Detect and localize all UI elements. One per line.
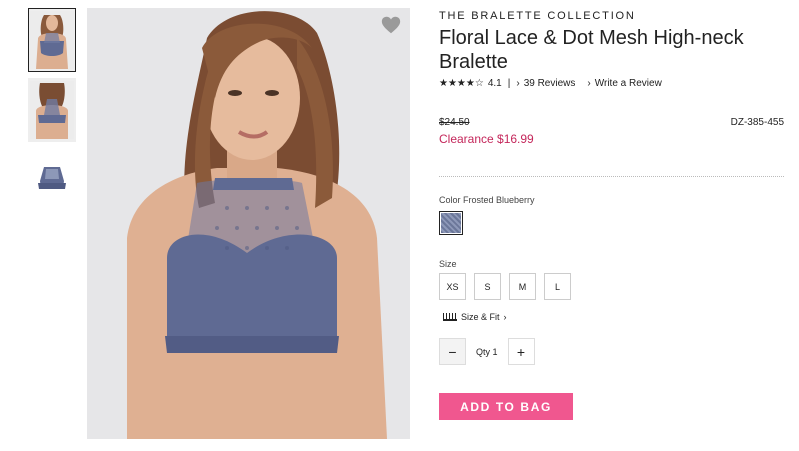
write-review-link[interactable]: Write a Review — [595, 78, 662, 89]
ruler-icon — [443, 313, 457, 321]
product-title: Floral Lace & Dot Mesh High-neck Bralett… — [439, 27, 744, 73]
thumbnail-back[interactable] — [28, 78, 76, 142]
star-icon: ★★★★☆ — [439, 78, 484, 89]
main-product-image[interactable] — [87, 8, 410, 439]
decrease-quantity-button[interactable]: − — [439, 338, 466, 365]
thumbnail-back-image — [30, 81, 74, 139]
rating-value: 4.1 — [487, 78, 502, 89]
quantity-stepper: − Qty 1 + — [439, 338, 784, 365]
thumbnail-front-image — [30, 11, 74, 69]
size-options: XS S M L — [439, 273, 784, 300]
chevron-right-icon: › — [503, 312, 507, 322]
product-info: THE BRALETTE COLLECTION Floral Lace & Do… — [439, 10, 784, 420]
color-swatch-frosted-blueberry[interactable] — [439, 211, 463, 235]
size-option-m[interactable]: M — [509, 273, 536, 300]
model-image — [87, 8, 410, 439]
quantity-value: Qty 1 — [476, 346, 498, 357]
chevron-right-icon: › — [516, 78, 520, 89]
size-fit-link[interactable]: Size & Fit › — [443, 312, 784, 322]
increase-quantity-button[interactable]: + — [507, 338, 535, 365]
size-fit-label: Size & Fit — [461, 312, 500, 322]
color-label: Color Frosted Blueberry — [439, 195, 535, 205]
heart-icon[interactable] — [380, 14, 402, 36]
thumbnail-product[interactable] — [28, 148, 76, 212]
rating-row: ★★★★☆ 4.1 | › 39 Reviews › Write a Revie… — [439, 78, 784, 89]
size-option-s[interactable]: S — [474, 273, 501, 300]
original-price: $24.50 — [439, 117, 470, 128]
thumbnail-gallery — [28, 8, 80, 218]
thumbnail-product-image — [30, 151, 74, 209]
size-option-xs[interactable]: XS — [439, 273, 466, 300]
sku: DZ-385-455 — [730, 117, 784, 128]
thumbnail-front[interactable] — [28, 8, 76, 72]
clearance-price: Clearance $16.99 — [439, 132, 534, 146]
reviews-link[interactable]: 39 Reviews — [524, 78, 576, 89]
size-label: Size — [439, 259, 457, 269]
rating-separator: | — [507, 78, 511, 89]
collection-name[interactable]: THE BRALETTE COLLECTION — [439, 10, 784, 22]
price-row: $24.50 DZ-385-455 — [439, 117, 784, 128]
add-to-bag-button[interactable]: ADD TO BAG — [439, 393, 573, 420]
size-option-l[interactable]: L — [544, 273, 571, 300]
chevron-right-icon: › — [587, 78, 591, 89]
divider — [439, 176, 784, 177]
swatch-fill — [441, 213, 461, 233]
